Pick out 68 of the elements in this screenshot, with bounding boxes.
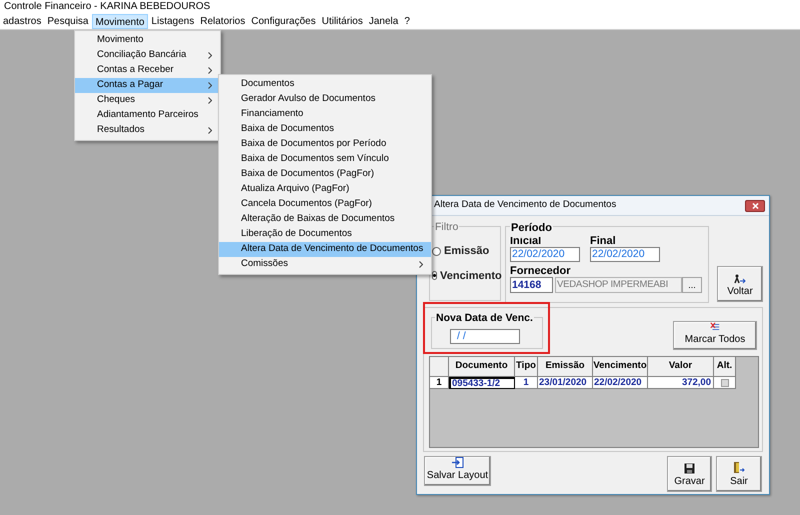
table-cell: 23/01/2020 <box>538 377 593 389</box>
menu-item[interactable]: Baixa de Documentos <box>219 122 431 137</box>
dialog-title: Altera Data de Vencimento de Documentos <box>434 198 616 212</box>
table-cell: 095433-1/2 <box>449 377 515 389</box>
menu-bar-item[interactable]: ? <box>401 14 413 29</box>
radio-button[interactable] <box>432 246 441 256</box>
column-header[interactable]: Vencimento <box>593 357 648 377</box>
menu-item[interactable]: Conciliação Bancária <box>75 48 220 63</box>
supplier-name-field: VEDASHOP IMPERMEABI <box>555 277 682 293</box>
close-icon <box>752 202 758 208</box>
menu-bar-item[interactable]: Configurações <box>248 14 319 29</box>
menu-bar-item[interactable]: Relatorios <box>197 14 248 29</box>
running-figure-icon <box>734 274 746 284</box>
radio-label: Emissão <box>444 244 490 259</box>
menu-item[interactable]: Resultados <box>75 123 220 138</box>
table-cell: 372,00 <box>648 377 714 389</box>
save-button[interactable]: Gravar <box>667 456 712 492</box>
menu-bar-item[interactable]: Pesquisa <box>44 14 92 29</box>
menu-item[interactable]: Liberação de Documentos <box>219 227 431 242</box>
row-indicator: 1 <box>430 377 449 389</box>
table-cell: 22/02/2020 <box>593 377 648 389</box>
column-header[interactable]: Documento <box>449 357 515 377</box>
field-label: Fornecedor <box>510 265 572 277</box>
menu-item[interactable]: Comissões <box>219 257 431 272</box>
mark-all-button[interactable]: Marcar Todos <box>673 321 757 350</box>
browse-button[interactable]: ... <box>682 277 702 293</box>
menu-bar-item[interactable]: adastros <box>0 14 44 29</box>
menu-item[interactable]: Cancela Documentos (PagFor) <box>219 197 431 212</box>
menu-item[interactable]: Movimento <box>75 33 220 48</box>
menu-item[interactable]: Cheques <box>75 93 220 108</box>
menu-bar-item[interactable]: Utilitários <box>318 14 366 29</box>
date-field[interactable]: 22/02/2020 <box>510 247 580 262</box>
back-button[interactable]: Voltar <box>717 266 763 302</box>
menu-item[interactable]: Baixa de Documentos sem Vínculo <box>219 152 431 167</box>
menu-bar-item[interactable]: Listagens <box>148 14 198 29</box>
menu-item[interactable]: Gerador Avulso de Documentos <box>219 92 431 107</box>
menu-item[interactable]: Adiantamento Parceiros <box>75 108 220 123</box>
exit-button[interactable]: Sair <box>716 456 762 492</box>
checklist-icon <box>709 322 721 332</box>
column-header[interactable]: Emissão <box>538 357 593 377</box>
window-title: Controle Financeiro - KARINA BEBEDOUROS <box>4 1 210 13</box>
column-header[interactable]: Alt. <box>714 357 736 377</box>
menu-item[interactable]: Contas a Receber <box>75 63 220 78</box>
menu-item[interactable]: Baixa de Documentos por Período <box>219 137 431 152</box>
menu-item[interactable]: Altera Data de Vencimento de Documentos <box>219 242 431 257</box>
column-header[interactable] <box>430 357 449 377</box>
checkbox[interactable] <box>720 378 728 386</box>
menu-bar-item[interactable]: Movimento <box>92 14 148 29</box>
group-label: Período <box>510 220 553 236</box>
radio-label: Vencimento <box>440 268 502 284</box>
column-header[interactable]: Tipo <box>515 357 538 377</box>
date-field[interactable]: / / <box>450 329 520 344</box>
column-header[interactable]: Valor <box>648 357 714 377</box>
supplier-code-field[interactable]: 14168 <box>510 277 553 293</box>
table-cell: 1 <box>515 377 538 389</box>
menu-bar-item[interactable]: Janela <box>366 14 402 29</box>
menu-item[interactable]: Atualiza Arquivo (PagFor) <box>219 182 431 197</box>
menu-item[interactable]: Documentos <box>219 77 431 92</box>
menu-item[interactable]: Financiamento <box>219 107 431 122</box>
close-button[interactable] <box>745 200 765 212</box>
import-icon <box>452 457 464 468</box>
save-layout-button[interactable]: Salvar Layout <box>424 456 491 486</box>
date-field[interactable]: 22/02/2020 <box>590 247 660 262</box>
door-exit-icon <box>733 461 745 474</box>
menu-item[interactable]: Alteração de Baixas de Documentos <box>219 212 431 227</box>
field-label: Final <box>590 235 617 247</box>
menu-item[interactable]: Baixa de Documentos (PagFor) <box>219 167 431 182</box>
menu-item[interactable]: Contas a Pagar <box>75 78 220 93</box>
